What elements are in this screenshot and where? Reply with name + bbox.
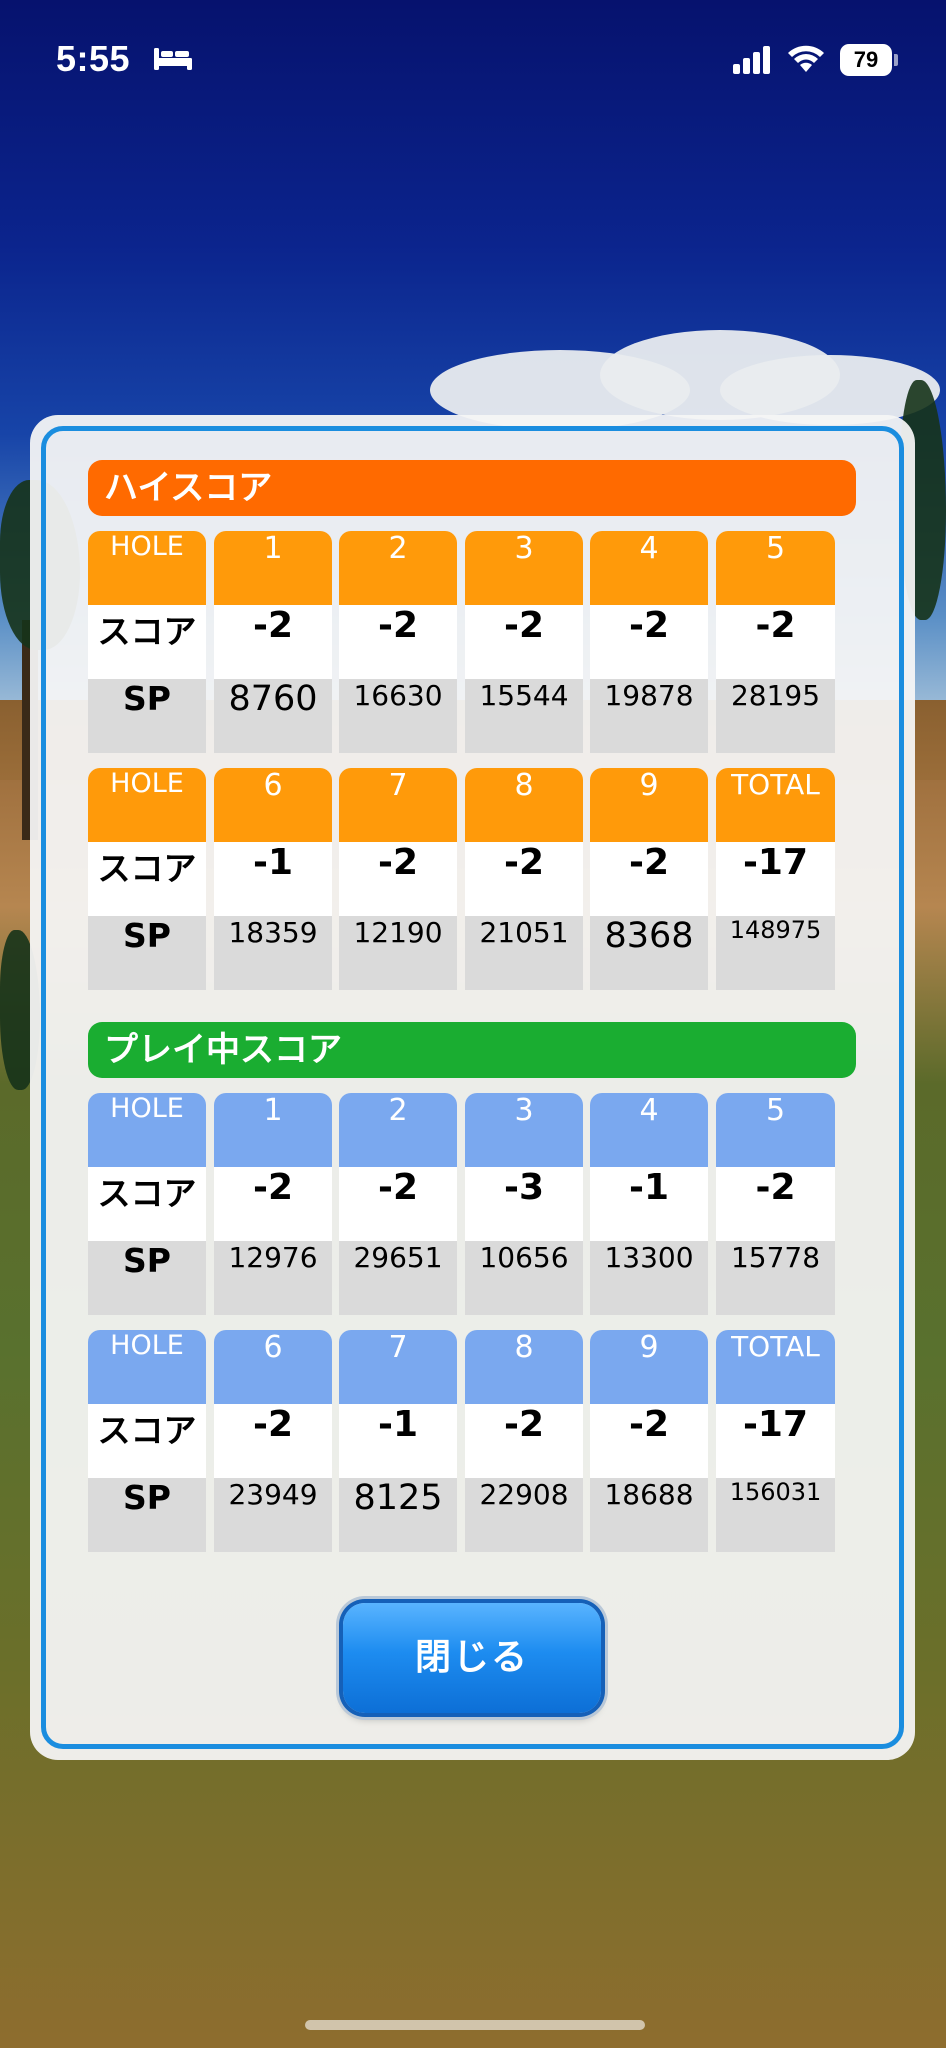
sp-value: 19878: [590, 679, 708, 753]
sp-value: 15544: [465, 679, 583, 753]
sp-value: 12976: [214, 1241, 332, 1315]
hole-number: 3: [465, 1093, 583, 1167]
sp-label: SP: [88, 916, 206, 990]
score-label: スコア: [88, 605, 206, 679]
score-value: -1: [339, 1404, 457, 1478]
sp-value: 23949: [214, 1478, 332, 1552]
score-row: スコア -1 -2 -2 -2 -17: [88, 842, 835, 916]
score-value: -2: [716, 1167, 835, 1241]
score-row: スコア -2 -2 -2 -2 -2: [88, 605, 835, 679]
home-indicator[interactable]: [305, 2020, 645, 2030]
sp-row: SP 18359 12190 21051 8368 148975: [88, 916, 835, 990]
sp-label: SP: [88, 1241, 206, 1315]
score-value: -1: [214, 842, 332, 916]
sp-value: 29651: [339, 1241, 457, 1315]
hole-number: 6: [214, 1330, 332, 1404]
bed-icon: [154, 48, 192, 70]
score-label: スコア: [88, 842, 206, 916]
score-value: -2: [339, 605, 457, 679]
score-value: -2: [590, 605, 708, 679]
hole-number: 2: [339, 531, 457, 605]
sp-value: 8760: [214, 679, 332, 753]
score-value: -2: [590, 842, 708, 916]
sp-value: 18359: [214, 916, 332, 990]
score-value: -2: [465, 605, 583, 679]
score-value: -2: [214, 605, 332, 679]
close-button[interactable]: 閉じる: [343, 1603, 601, 1713]
hole-number: 3: [465, 531, 583, 605]
sp-value: 8368: [590, 916, 708, 990]
hole-number: 4: [590, 1093, 708, 1167]
hole-number: 5: [716, 1093, 835, 1167]
sp-value: 12190: [339, 916, 457, 990]
total-sp: 156031: [716, 1478, 835, 1552]
sp-row: SP 12976 29651 10656 13300 15778: [88, 1241, 835, 1315]
hole-number: 7: [339, 768, 457, 842]
signal-icon: [733, 46, 770, 74]
hole-number: 4: [590, 531, 708, 605]
hole-number: 7: [339, 1330, 457, 1404]
sp-value: 21051: [465, 916, 583, 990]
score-value: -3: [465, 1167, 583, 1241]
hole-header-row: HOLE 1 2 3 4 5: [88, 1093, 835, 1167]
score-value: -1: [590, 1167, 708, 1241]
sp-row: SP 8760 16630 15544 19878 28195: [88, 679, 835, 753]
score-label: スコア: [88, 1404, 206, 1478]
sp-row: SP 23949 8125 22908 18688 156031: [88, 1478, 835, 1552]
sp-value: 10656: [465, 1241, 583, 1315]
sp-value: 22908: [465, 1478, 583, 1552]
high-score-title: ハイスコア: [88, 460, 856, 516]
hole-number: 9: [590, 1330, 708, 1404]
hole-label: HOLE: [88, 531, 206, 605]
score-value: -2: [465, 842, 583, 916]
sp-label: SP: [88, 679, 206, 753]
hole-number: 1: [214, 1093, 332, 1167]
battery-level: 79: [840, 44, 892, 76]
total-score: -17: [716, 1404, 835, 1478]
score-value: -2: [339, 842, 457, 916]
score-row: スコア -2 -1 -2 -2 -17: [88, 1404, 835, 1478]
hole-number: 6: [214, 768, 332, 842]
total-header: TOTAL: [716, 768, 835, 842]
sp-value: 16630: [339, 679, 457, 753]
score-value: -2: [214, 1404, 332, 1478]
hole-header-row: HOLE 1 2 3 4 5: [88, 531, 835, 605]
hole-number: 2: [339, 1093, 457, 1167]
hole-number: 8: [465, 768, 583, 842]
wifi-icon: [788, 45, 824, 72]
total-sp: 148975: [716, 916, 835, 990]
hole-number: 9: [590, 768, 708, 842]
hole-label: HOLE: [88, 768, 206, 842]
hole-label: HOLE: [88, 1330, 206, 1404]
hole-number: 5: [716, 531, 835, 605]
total-score: -17: [716, 842, 835, 916]
score-value: -2: [590, 1404, 708, 1478]
sp-value: 15778: [716, 1241, 835, 1315]
sp-label: SP: [88, 1478, 206, 1552]
clock: 5:55: [56, 38, 131, 79]
hole-number: 8: [465, 1330, 583, 1404]
score-row: スコア -2 -2 -3 -1 -2: [88, 1167, 835, 1241]
score-value: -2: [339, 1167, 457, 1241]
hole-header-row: HOLE 6 7 8 9 TOTAL: [88, 1330, 835, 1404]
score-value: -2: [214, 1167, 332, 1241]
total-header: TOTAL: [716, 1330, 835, 1404]
hole-header-row: HOLE 6 7 8 9 TOTAL: [88, 768, 835, 842]
status-bar: 5:55 79: [0, 0, 946, 120]
sp-value: 13300: [590, 1241, 708, 1315]
sp-value: 8125: [339, 1478, 457, 1552]
score-label: スコア: [88, 1167, 206, 1241]
hole-label: HOLE: [88, 1093, 206, 1167]
hole-number: 1: [214, 531, 332, 605]
sp-value: 28195: [716, 679, 835, 753]
score-value: -2: [465, 1404, 583, 1478]
sp-value: 18688: [590, 1478, 708, 1552]
battery-icon: 79: [840, 44, 898, 76]
score-value: -2: [716, 605, 835, 679]
playing-score-title: プレイ中スコア: [88, 1022, 856, 1078]
